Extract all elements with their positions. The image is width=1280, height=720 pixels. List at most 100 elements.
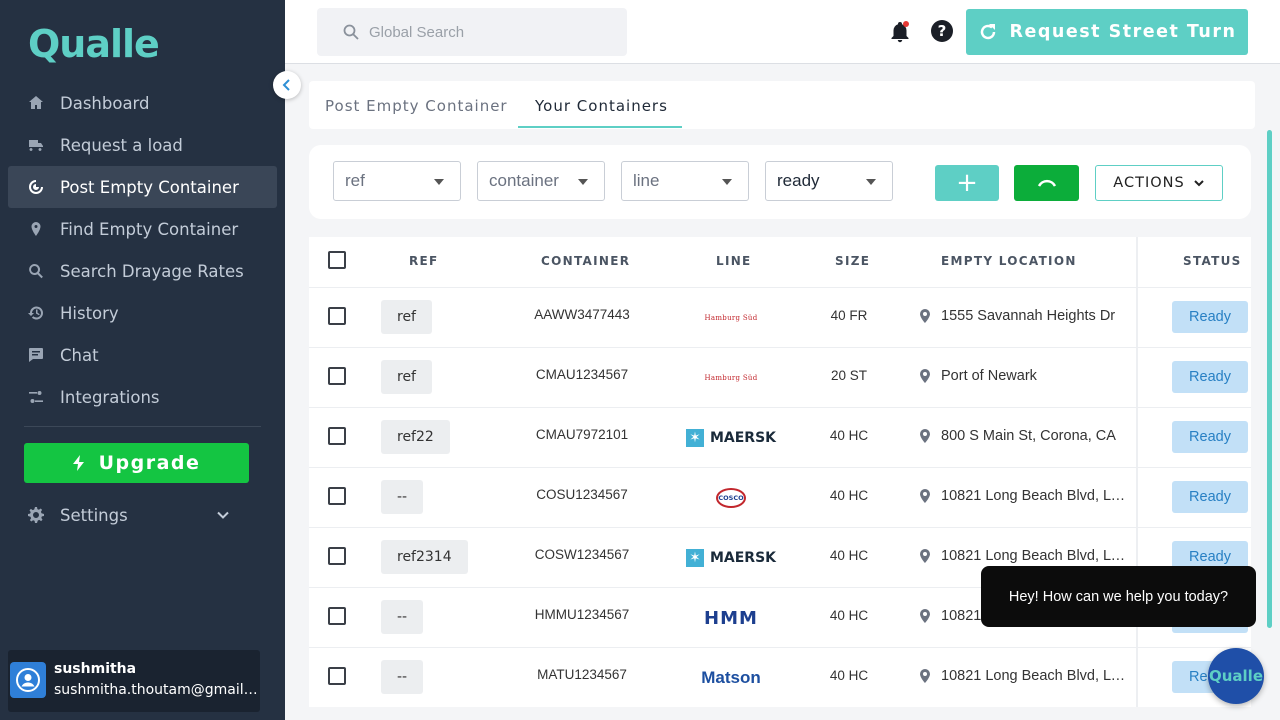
search-input[interactable]: [369, 23, 609, 41]
table-row[interactable]: -- COSU1234567 COSCO 40 HC 10821 Long Be…: [309, 467, 1251, 527]
home-icon: [29, 96, 43, 109]
location-text: Port of Newark: [941, 368, 1037, 384]
sidebar-item-settings[interactable]: Settings: [8, 494, 261, 536]
sidebar-item-request-load[interactable]: Request a load: [8, 124, 277, 166]
notifications-button[interactable]: [888, 20, 912, 48]
row-checkbox[interactable]: [328, 547, 346, 565]
table-row[interactable]: ref CMAU1234567 Hamburg Süd 20 ST Port o…: [309, 347, 1251, 407]
star-icon: ✶: [685, 429, 704, 447]
ref-chip: --: [381, 660, 424, 694]
pin-icon: [920, 309, 930, 323]
location-text: 1555 Savannah Heights Dr: [941, 308, 1116, 324]
help-icon[interactable]: ?: [931, 20, 953, 42]
container-size: 20 ST: [830, 368, 868, 383]
sidebar-item-history[interactable]: History: [8, 292, 277, 334]
column-header-status[interactable]: STATUS: [1183, 254, 1242, 268]
table-row[interactable]: ref AAWW3477443 Hamburg Süd 40 FR 1555 S…: [309, 287, 1251, 347]
container-number: CMAU1234567: [535, 367, 629, 382]
container-filter-select[interactable]: container: [477, 161, 605, 201]
actions-label: ACTIONS: [1113, 175, 1185, 191]
sidebar-item-chat[interactable]: Chat: [8, 334, 277, 376]
caret-down-icon: [434, 179, 444, 185]
sidebar-item-label: Find Empty Container: [60, 219, 239, 239]
container-size: 40 HC: [829, 488, 869, 503]
line-logo-text: Hamburg Süd: [704, 314, 758, 322]
sidebar-item-find-empty-container[interactable]: Find Empty Container: [8, 208, 277, 250]
row-checkbox[interactable]: [328, 427, 346, 445]
gear-icon: [28, 507, 44, 523]
column-header-container[interactable]: CONTAINER: [541, 254, 630, 268]
location-text: 10821 Long Beach Blvd, Lynwood: [941, 548, 1131, 564]
pin-icon: [920, 669, 930, 683]
ref-chip: ref: [381, 360, 432, 394]
row-checkbox[interactable]: [328, 367, 346, 385]
row-checkbox[interactable]: [328, 487, 346, 505]
tab-post-empty-container[interactable]: Post Empty Container: [325, 97, 508, 115]
chat-greeting-bubble[interactable]: Hey! How can we help you today?: [981, 566, 1256, 627]
ref-chip: ref: [381, 300, 432, 334]
line-logo-text: MAERSK: [709, 430, 777, 446]
user-profile-card[interactable]: sushmitha sushmitha.thoutam@gmail.com: [8, 650, 260, 712]
chevron-down-icon: [1193, 180, 1204, 187]
chat-launcher-button[interactable]: Qualle: [1208, 648, 1264, 704]
matson-logo: Matson: [681, 658, 781, 698]
line-filter-value: line: [633, 171, 660, 190]
hamburg-sud-logo: Hamburg Süd: [681, 298, 781, 338]
empty-location: Port of Newark: [919, 368, 1131, 384]
line-filter-select[interactable]: line: [621, 161, 749, 201]
sidebar-item-search-drayage-rates[interactable]: Search Drayage Rates: [8, 250, 277, 292]
container-number: AAWW3477443: [534, 307, 630, 322]
upgrade-button[interactable]: Upgrade: [24, 443, 249, 483]
table-row[interactable]: -- MATU1234567 Matson 40 HC 10821 Long B…: [309, 647, 1251, 707]
container-size: 40 HC: [829, 608, 869, 623]
sidebar-item-dashboard[interactable]: Dashboard: [8, 82, 277, 124]
page-scrollbar[interactable]: [1267, 130, 1272, 628]
line-logo-text: MAERSK: [709, 550, 777, 566]
truck-icon: [29, 140, 43, 151]
column-header-size[interactable]: SIZE: [835, 254, 870, 268]
request-street-turn-label: Request Street Turn: [1009, 22, 1237, 42]
select-all-checkbox[interactable]: [328, 251, 346, 269]
ref-filter-select[interactable]: ref: [333, 161, 461, 201]
lightning-icon: [72, 455, 84, 471]
sidebar-item-post-empty-container[interactable]: Post Empty Container: [8, 166, 277, 208]
status-badge[interactable]: Ready: [1172, 481, 1248, 513]
column-header-ref[interactable]: REF: [409, 254, 439, 268]
active-tab-indicator: [518, 126, 682, 128]
status-filter-select[interactable]: ready: [765, 161, 893, 201]
sidebar-item-integrations[interactable]: Integrations: [8, 376, 277, 418]
chat-icon: [29, 348, 43, 362]
status-badge[interactable]: Ready: [1172, 361, 1248, 393]
container-number: CMAU7972101: [535, 427, 629, 442]
status-badge[interactable]: Ready: [1172, 421, 1248, 453]
row-checkbox[interactable]: [328, 607, 346, 625]
location-text: 800 S Main St, Corona, CA: [941, 428, 1116, 444]
empty-location: 10821 Long Beach Blvd, Lynwood: [919, 488, 1131, 504]
global-search[interactable]: [317, 8, 627, 56]
ref-chip: ref22: [381, 420, 450, 454]
hamburg-sud-logo: Hamburg Süd: [681, 358, 781, 398]
refresh-loading-button[interactable]: [1014, 165, 1079, 201]
app-logo[interactable]: Qualle: [28, 22, 160, 66]
containers-table: REF CONTAINER LINE SIZE EMPTY LOCATION S…: [309, 237, 1251, 707]
collapse-sidebar-button[interactable]: [273, 71, 301, 99]
top-bar: ? Request Street Turn: [285, 0, 1280, 64]
table-row[interactable]: ref22 CMAU7972101 ✶ MAERSK 40 HC 800 S Ma…: [309, 407, 1251, 467]
add-button[interactable]: +: [935, 165, 999, 201]
tab-your-containers[interactable]: Your Containers: [535, 97, 668, 115]
status-badge[interactable]: Ready: [1172, 301, 1248, 333]
column-header-line[interactable]: LINE: [716, 254, 752, 268]
row-checkbox[interactable]: [328, 667, 346, 685]
empty-location: 10821 Long Beach Blvd, Lynwood: [919, 548, 1131, 564]
user-icon: [16, 668, 40, 692]
maersk-logo: ✶ MAERSK: [681, 538, 781, 578]
request-street-turn-button[interactable]: Request Street Turn: [966, 9, 1248, 55]
container-filter-value: container: [489, 171, 559, 190]
column-header-empty-location[interactable]: EMPTY LOCATION: [941, 254, 1077, 268]
container-size: 40 HC: [829, 668, 869, 683]
chevron-down-icon[interactable]: [215, 507, 231, 523]
row-checkbox[interactable]: [328, 307, 346, 325]
empty-location: 1555 Savannah Heights Dr: [919, 308, 1131, 324]
actions-dropdown[interactable]: ACTIONS: [1095, 165, 1223, 201]
pin-icon: [920, 429, 930, 443]
